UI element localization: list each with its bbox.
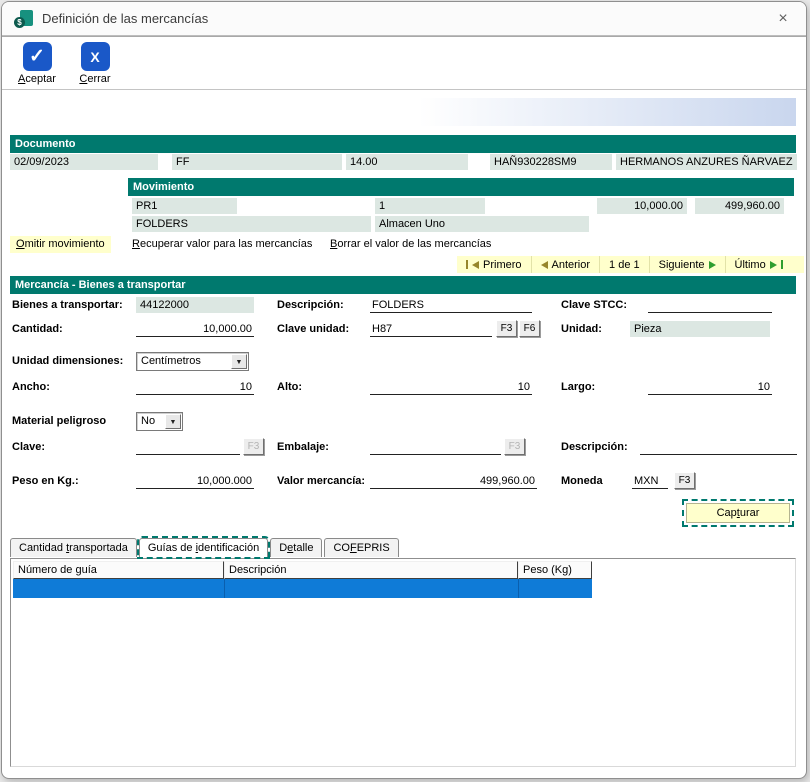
movimiento-section-header: Movimiento bbox=[128, 178, 794, 196]
unidad-field: Pieza bbox=[630, 321, 770, 337]
alto-input[interactable]: 10 bbox=[370, 380, 532, 395]
cerrar-label: Cerrar bbox=[79, 73, 110, 85]
movimiento-precio-field: 10,000.00 bbox=[597, 198, 687, 214]
embalaje-input[interactable] bbox=[370, 440, 501, 455]
recuperar-valor-link[interactable]: Recuperar valor para las mercancías bbox=[126, 236, 318, 253]
capturar-focus-ring: Capturar bbox=[682, 499, 794, 527]
clave-unidad-f6-button[interactable]: F6 bbox=[519, 320, 540, 337]
unidad-dimensiones-label: Unidad dimensiones: bbox=[12, 354, 123, 369]
documento-section-header: Documento bbox=[10, 135, 796, 153]
bienes-label: Bienes a transportar: bbox=[12, 298, 123, 313]
clave-unidad-f3-button[interactable]: F3 bbox=[496, 320, 517, 337]
gradient-band bbox=[10, 98, 796, 126]
nav-anterior-button[interactable]: Anterior bbox=[532, 256, 601, 273]
bienes-field: 44122000 bbox=[136, 297, 254, 313]
cerrar-button[interactable]: X Cerrar bbox=[72, 42, 118, 89]
documento-cliente-field: HERMANOS ANZURES ÑARVAEZ bbox=[616, 154, 797, 170]
back-arrow-icon bbox=[472, 261, 479, 269]
nav-position-label: 1 de 1 bbox=[600, 256, 650, 273]
omitir-movimiento-link[interactable]: Omitir movimiento bbox=[10, 236, 111, 253]
valor-mercancia-input[interactable]: 499,960.00 bbox=[370, 474, 537, 489]
column-header-peso-kg[interactable]: Peso (Kg) bbox=[518, 561, 592, 579]
clave-f3-button: F3 bbox=[243, 438, 264, 455]
movimiento-descripcion-field: FOLDERS bbox=[132, 216, 371, 232]
money-icon: $ bbox=[14, 17, 25, 28]
embalaje-f3-button: F3 bbox=[504, 438, 525, 455]
tab-guias-de-identificacion[interactable]: Guías de identificación bbox=[139, 538, 268, 557]
title-bar: $ Definición de las mercancías × bbox=[2, 2, 806, 36]
chevron-down-icon[interactable]: ▼ bbox=[165, 414, 181, 429]
movimiento-cantidad-field: 1 bbox=[375, 198, 485, 214]
window-title: Definición de las mercancías bbox=[42, 11, 208, 26]
tab-detalle[interactable]: Detalle bbox=[270, 538, 322, 557]
record-navigation-bar: Primero Anterior 1 de 1 Siguiente Último bbox=[457, 256, 804, 273]
cantidad-label: Cantidad: bbox=[12, 322, 63, 337]
nav-primero-button[interactable]: Primero bbox=[457, 256, 532, 273]
capturar-button[interactable]: Capturar bbox=[686, 503, 790, 523]
clave-stcc-label: Clave STCC: bbox=[561, 298, 627, 313]
close-window-icon[interactable]: × bbox=[772, 8, 794, 30]
largo-input[interactable]: 10 bbox=[648, 380, 772, 395]
material-peligroso-label: Material peligroso bbox=[12, 414, 106, 429]
valor-mercancia-label: Valor mercancía: bbox=[277, 474, 365, 489]
movimiento-almacen-field: Almacen Uno bbox=[375, 216, 589, 232]
chevron-down-icon[interactable]: ▼ bbox=[231, 354, 247, 369]
largo-label: Largo: bbox=[561, 380, 595, 395]
descripcion2-input[interactable] bbox=[640, 440, 797, 455]
guias-table-panel: Número de guía Descripción Peso (Kg) bbox=[10, 558, 796, 767]
descripcion-input[interactable]: FOLDERS bbox=[370, 298, 532, 313]
tab-cantidad-transportada[interactable]: Cantidad transportada bbox=[10, 538, 137, 557]
descripcion-label: Descripción: bbox=[277, 298, 344, 313]
selected-table-row[interactable] bbox=[13, 579, 592, 598]
back-arrow-icon bbox=[541, 261, 548, 269]
ancho-input[interactable]: 10 bbox=[136, 380, 254, 395]
nav-siguiente-button[interactable]: Siguiente bbox=[650, 256, 726, 273]
clave-unidad-label: Clave unidad: bbox=[277, 322, 349, 337]
descripcion2-label: Descripción: bbox=[561, 440, 628, 455]
x-icon: X bbox=[81, 42, 110, 71]
tab-cofepris[interactable]: COFEPRIS bbox=[324, 538, 398, 557]
moneda-f3-button[interactable]: F3 bbox=[674, 472, 695, 489]
moneda-input[interactable]: MXN bbox=[632, 474, 668, 489]
column-header-numero-de-guia[interactable]: Número de guía bbox=[13, 561, 224, 579]
documento-folio-field: 14.00 bbox=[346, 154, 468, 170]
column-header-descripcion[interactable]: Descripción bbox=[224, 561, 518, 579]
aceptar-label: Aceptar bbox=[18, 73, 56, 85]
clave-stcc-input[interactable] bbox=[648, 298, 772, 313]
unidad-label: Unidad: bbox=[561, 322, 602, 337]
documento-rfc-field: HAÑ930228SM9 bbox=[490, 154, 612, 170]
embalaje-label: Embalaje: bbox=[277, 440, 329, 455]
clave-unidad-input[interactable]: H87 bbox=[370, 322, 492, 337]
app-icon: $ bbox=[14, 10, 33, 28]
movimiento-producto-field: PR1 bbox=[132, 198, 237, 214]
column-divider bbox=[518, 579, 519, 598]
mercancia-section-header: Mercancía - Bienes a transportar bbox=[10, 276, 796, 294]
peso-input[interactable]: 10,000.000 bbox=[136, 474, 254, 489]
first-record-icon bbox=[466, 260, 468, 269]
material-peligroso-select[interactable]: No ▼ bbox=[136, 412, 183, 431]
column-divider bbox=[224, 579, 225, 598]
borrar-valor-link[interactable]: Borrar el valor de las mercancías bbox=[324, 236, 497, 253]
toolbar: ✓ Aceptar X Cerrar bbox=[2, 36, 806, 90]
clave-input[interactable] bbox=[136, 440, 240, 455]
documento-fecha-field: 02/09/2023 bbox=[10, 154, 158, 170]
forward-arrow-icon bbox=[709, 261, 716, 269]
movimiento-importe-field: 499,960.00 bbox=[695, 198, 784, 214]
clave-label: Clave: bbox=[12, 440, 45, 455]
tab-strip: Cantidad transportada Guías de identific… bbox=[10, 535, 401, 557]
documento-serie-field: FF bbox=[172, 154, 342, 170]
nav-ultimo-button[interactable]: Último bbox=[726, 256, 792, 273]
cantidad-input[interactable]: 10,000.00 bbox=[136, 322, 254, 337]
moneda-label: Moneda bbox=[561, 474, 603, 489]
last-record-icon bbox=[781, 260, 783, 269]
forward-arrow-icon bbox=[770, 261, 777, 269]
check-icon: ✓ bbox=[23, 42, 52, 71]
dialog-window: $ Definición de las mercancías × ✓ Acept… bbox=[1, 1, 807, 779]
unidad-dimensiones-select[interactable]: Centímetros ▼ bbox=[136, 352, 249, 371]
peso-label: Peso en Kg.: bbox=[12, 474, 79, 489]
ancho-label: Ancho: bbox=[12, 380, 50, 395]
aceptar-button[interactable]: ✓ Aceptar bbox=[14, 42, 60, 89]
alto-label: Alto: bbox=[277, 380, 302, 395]
